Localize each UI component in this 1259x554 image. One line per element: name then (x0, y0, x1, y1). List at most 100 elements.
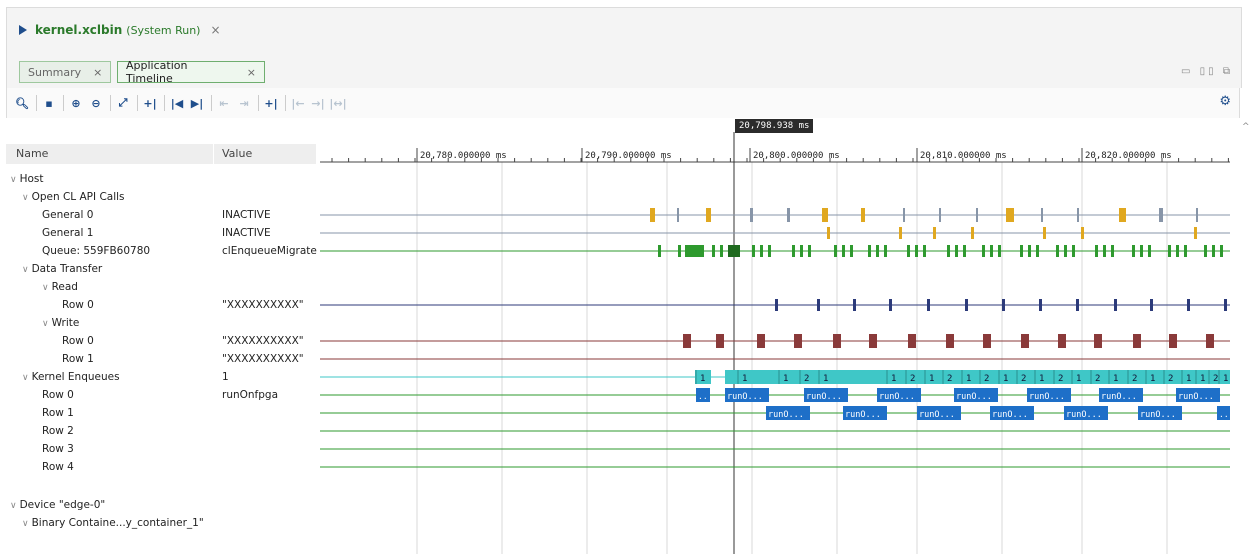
read-transfer-block[interactable] (1150, 299, 1153, 311)
queue-call-block[interactable] (1132, 245, 1135, 257)
queue-call-block[interactable] (1020, 245, 1023, 257)
queue-call-block[interactable] (1204, 245, 1207, 257)
queue-call-block[interactable] (907, 245, 910, 257)
window-controls[interactable]: ▭ ▯▯ ⧉ (1181, 66, 1233, 77)
queue-call-block[interactable] (998, 245, 1001, 257)
read-transfer-block[interactable] (927, 299, 930, 311)
tree-row[interactable]: Row 1 (6, 404, 316, 422)
tree-row[interactable]: ∨ Host (6, 170, 316, 188)
queue-call-block[interactable] (1072, 245, 1075, 257)
queue-call-block[interactable] (1111, 245, 1114, 257)
gear-icon[interactable]: ⚙ (1219, 94, 1231, 109)
write-transfer-block[interactable] (908, 334, 916, 348)
tree-row[interactable]: General 1 INACTIVE (6, 224, 316, 242)
queue-call-block[interactable] (1184, 245, 1187, 257)
queue-call-block[interactable] (720, 245, 723, 257)
tree-row[interactable]: Queue: 559FB60780 clEnqueueMigrate (6, 242, 317, 260)
close-icon[interactable]: × (247, 66, 256, 79)
value-column-header[interactable]: Value (222, 147, 252, 160)
queue-call-block[interactable] (1148, 245, 1151, 257)
read-transfer-block[interactable] (1076, 299, 1079, 311)
queue-call-block[interactable] (868, 245, 871, 257)
read-transfer-block[interactable] (1224, 299, 1227, 311)
read-transfer-block[interactable] (889, 299, 892, 311)
chevron-down-icon[interactable]: ∨ (10, 175, 17, 185)
write-transfer-block[interactable] (1058, 334, 1066, 348)
queue-call-block[interactable] (1036, 245, 1039, 257)
queue-call-block[interactable] (1095, 245, 1098, 257)
api-call-block[interactable] (822, 208, 828, 222)
tab-application-timeline[interactable]: Application Timeline × (117, 59, 265, 85)
api-call-block[interactable] (1043, 227, 1046, 239)
queue-call-block[interactable] (728, 245, 740, 257)
chevron-down-icon[interactable]: ∨ (22, 193, 29, 203)
tree-row[interactable]: ∨ Read (6, 278, 316, 296)
tree-row[interactable]: Row 4 (6, 458, 316, 476)
queue-call-block[interactable] (1176, 245, 1179, 257)
tree-row[interactable]: ∨ Open CL API Calls (6, 188, 316, 206)
tree-row[interactable]: Row 0 runOnfpga (6, 386, 316, 404)
queue-call-block[interactable] (760, 245, 763, 257)
queue-call-block[interactable] (923, 245, 926, 257)
tree-row[interactable]: General 0 INACTIVE (6, 206, 316, 224)
queue-call-block[interactable] (808, 245, 811, 257)
read-transfer-block[interactable] (775, 299, 778, 311)
tree-row[interactable]: Row 2 (6, 422, 316, 440)
read-transfer-block[interactable] (1187, 299, 1190, 311)
queue-call-block[interactable] (1168, 245, 1171, 257)
close-icon[interactable]: × (93, 66, 102, 79)
next-transition-icon[interactable]: ⇥ (235, 94, 253, 112)
read-transfer-block[interactable] (1114, 299, 1117, 311)
swap-markers-icon[interactable]: |↔| (329, 94, 347, 112)
queue-call-block[interactable] (792, 245, 795, 257)
queue-call-block[interactable] (1028, 245, 1031, 257)
api-call-block[interactable] (706, 208, 711, 222)
add-cursor-icon[interactable]: +| (262, 94, 280, 112)
vertical-scrollbar[interactable]: ^ (1240, 118, 1252, 554)
zoom-out-icon[interactable]: ⊖ (87, 94, 105, 112)
queue-call-block[interactable] (982, 245, 985, 257)
close-icon[interactable]: × (210, 23, 220, 37)
read-transfer-block[interactable] (817, 299, 820, 311)
tree-row[interactable]: ∨ Kernel Enqueues 1 (6, 368, 316, 386)
queue-call-block[interactable] (1056, 245, 1059, 257)
write-transfer-block[interactable] (983, 334, 991, 348)
tree-row[interactable]: Row 1 "XXXXXXXXXX" (6, 350, 316, 368)
api-call-block[interactable] (1119, 208, 1126, 222)
zoom-in-icon[interactable]: ⊕ (67, 94, 85, 112)
go-to-start-icon[interactable]: |◀ (168, 94, 186, 112)
chevron-down-icon[interactable]: ∨ (22, 373, 29, 383)
api-call-block[interactable] (1041, 208, 1043, 222)
api-call-block[interactable] (976, 208, 978, 222)
queue-call-block[interactable] (800, 245, 803, 257)
zoom-fit-icon[interactable]: ⤢ (114, 94, 132, 112)
api-call-block[interactable] (903, 208, 905, 222)
write-transfer-block[interactable] (716, 334, 724, 348)
tree-row[interactable]: ∨ Device "edge-0" (6, 496, 316, 514)
previous-transition-icon[interactable]: ⇤ (215, 94, 233, 112)
scroll-up-icon[interactable]: ^ (1242, 122, 1250, 132)
write-transfer-block[interactable] (1021, 334, 1029, 348)
write-transfer-block[interactable] (869, 334, 877, 348)
write-transfer-block[interactable] (833, 334, 841, 348)
queue-call-block[interactable] (842, 245, 845, 257)
api-call-block[interactable] (827, 227, 830, 239)
write-transfer-block[interactable] (1133, 334, 1141, 348)
go-to-end-icon[interactable]: ▶| (188, 94, 206, 112)
api-call-block[interactable] (1077, 208, 1079, 222)
waveform-area[interactable]: 20,780.000000 ms 20,790.000000 ms 20,800.0… (320, 118, 1230, 554)
api-call-block[interactable] (650, 208, 655, 222)
queue-call-block[interactable] (850, 245, 853, 257)
chevron-down-icon[interactable]: ∨ (10, 501, 17, 511)
queue-call-block[interactable] (752, 245, 755, 257)
chevron-down-icon[interactable]: ∨ (22, 265, 29, 275)
queue-call-block[interactable] (1212, 245, 1215, 257)
api-call-block[interactable] (861, 208, 865, 222)
chevron-down-icon[interactable]: ∨ (42, 283, 49, 293)
tree-row[interactable]: Row 3 (6, 440, 316, 458)
api-call-block[interactable] (1194, 227, 1197, 239)
queue-call-block[interactable] (768, 245, 771, 257)
api-call-block[interactable] (1006, 208, 1014, 222)
api-call-block[interactable] (899, 227, 902, 239)
queue-call-block[interactable] (834, 245, 837, 257)
